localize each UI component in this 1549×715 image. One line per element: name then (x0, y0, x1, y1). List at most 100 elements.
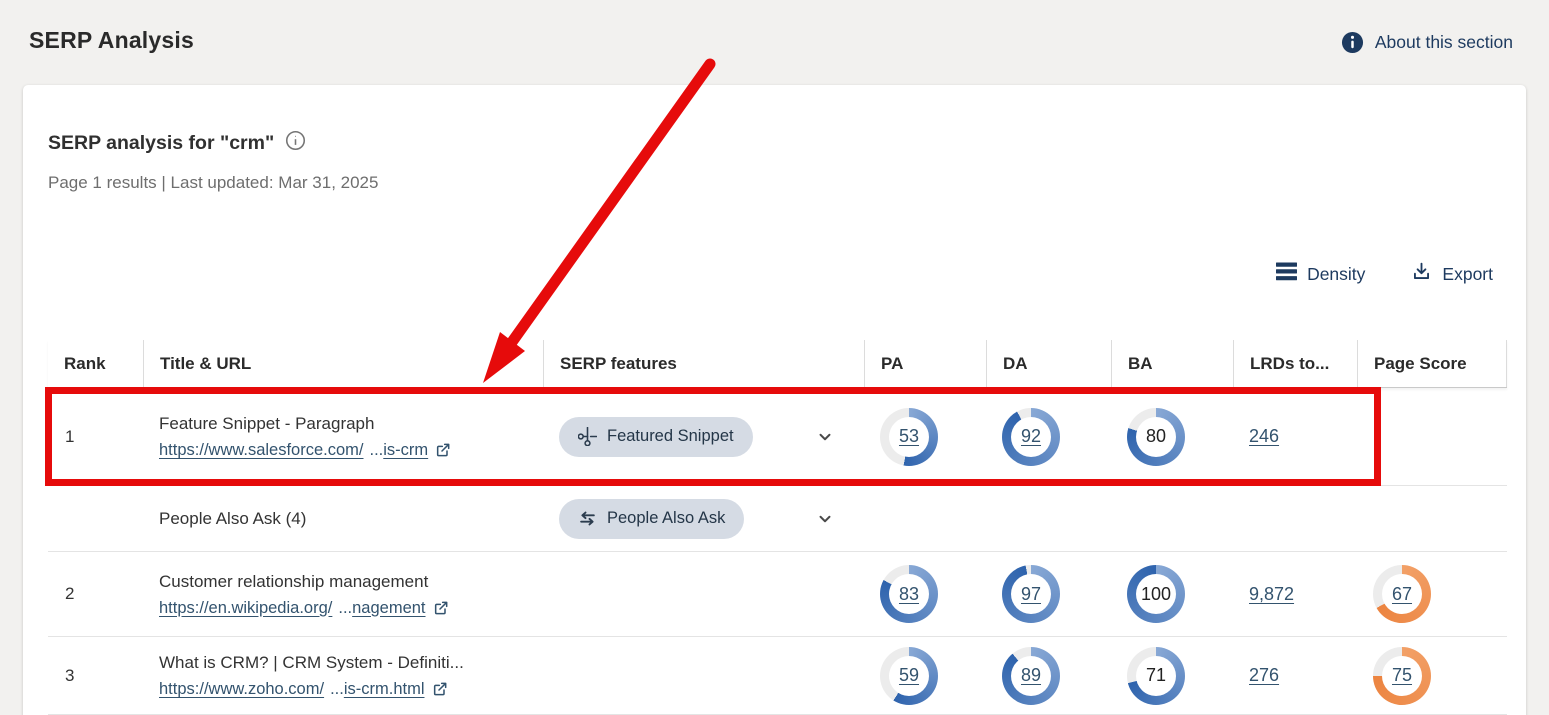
card-subtitle: Page 1 results | Last updated: Mar 31, 2… (48, 173, 378, 193)
pa-value[interactable]: 59 (899, 665, 919, 686)
lrds-link[interactable]: 276 (1249, 665, 1279, 686)
density-label: Density (1307, 264, 1365, 285)
serp-analysis-screen: SERP Analysis About this section SERP an… (0, 0, 1549, 715)
serp-feature-label: Featured Snippet (607, 427, 734, 446)
column-header-rank: Rank (48, 340, 143, 387)
pa-value[interactable]: 53 (899, 426, 919, 447)
result-title: People Also Ask (4) (159, 507, 306, 531)
url-link-main[interactable]: https://en.wikipedia.org/ (159, 597, 332, 619)
pa-cell: 59 (864, 637, 986, 714)
result-title: Feature Snippet - Paragraph (159, 412, 374, 436)
page-score-cell: 67 (1357, 552, 1507, 636)
lrds-cell: 246 (1233, 388, 1357, 485)
download-icon (1411, 261, 1432, 287)
column-header-page-score: Page Score (1357, 340, 1507, 387)
table-row: 3What is CRM? | CRM System - Definiti...… (48, 637, 1507, 715)
serp-features-cell (543, 637, 864, 714)
da-cell: 92 (986, 388, 1111, 485)
ba-value: 71 (1146, 665, 1166, 686)
url-ellipsis: ... (338, 597, 352, 619)
rank-cell: 1 (48, 388, 143, 485)
serp-feature-chip: People Also Ask (559, 499, 744, 539)
url-link-main[interactable]: https://www.zoho.com/ (159, 678, 324, 700)
ba-cell: 100 (1111, 552, 1233, 636)
export-label: Export (1442, 264, 1493, 285)
serp-features-cell (543, 552, 864, 636)
url-link-tail[interactable]: is-crm.html (344, 678, 425, 700)
pa-cell: 53 (864, 388, 986, 485)
external-link-icon[interactable] (433, 600, 449, 616)
result-url: https://en.wikipedia.org/...nagement (159, 597, 449, 619)
page-score-donut: 75 (1373, 647, 1431, 705)
table-header-row: RankTitle & URLSERP featuresPADABALRDs t… (48, 340, 1507, 388)
serp-features-cell: People Also Ask (543, 486, 864, 551)
da-cell: 97 (986, 552, 1111, 636)
lrds-link[interactable]: 9,872 (1249, 584, 1294, 605)
result-title: What is CRM? | CRM System - Definiti... (159, 651, 464, 675)
url-link-tail[interactable]: nagement (352, 597, 425, 619)
column-header-title-url: Title & URL (143, 340, 543, 387)
da-value[interactable]: 92 (1021, 426, 1041, 447)
table-row: 1 Feature Snippet - Paragraph https://www.… (48, 388, 1507, 486)
url-link-main[interactable]: https://www.salesforce.com/ (159, 439, 364, 461)
rank-cell (48, 486, 143, 551)
info-icon[interactable] (285, 130, 306, 156)
da-donut: 89 (1002, 647, 1060, 705)
pa-cell (864, 486, 986, 551)
rank-cell: 3 (48, 637, 143, 714)
ba-donut: 71 (1127, 647, 1185, 705)
ba-donut: 100 (1127, 565, 1185, 623)
external-link-icon[interactable] (435, 442, 451, 458)
page-score-value[interactable]: 67 (1392, 584, 1412, 605)
ba-value: 80 (1146, 426, 1166, 447)
lrds-link[interactable]: 246 (1249, 426, 1279, 447)
pa-value[interactable]: 83 (899, 584, 919, 605)
url-ellipsis: ... (330, 678, 344, 700)
ba-cell: 71 (1111, 637, 1233, 714)
page-score-cell: 75 (1357, 637, 1507, 714)
export-button[interactable]: Export (1411, 261, 1493, 287)
page-score-cell (1357, 388, 1507, 485)
column-header-lrds: LRDs to... (1233, 340, 1357, 387)
ba-cell: 80 (1111, 388, 1233, 485)
about-this-section-link[interactable]: About this section (1341, 31, 1513, 54)
da-value[interactable]: 97 (1021, 584, 1041, 605)
serp-feature-chip: Featured Snippet (559, 417, 753, 457)
column-header-pa: PA (864, 340, 986, 387)
table-row: 2 Customer relationship management https:/… (48, 552, 1507, 637)
serp-results-table: RankTitle & URLSERP featuresPADABALRDs t… (48, 340, 1507, 715)
density-button[interactable]: Density (1276, 262, 1365, 286)
page-score-value[interactable]: 75 (1392, 665, 1412, 686)
da-cell: 89 (986, 637, 1111, 714)
serp-feature-label: People Also Ask (607, 509, 725, 528)
page-score-donut: 67 (1373, 565, 1431, 623)
chevron-down-icon[interactable] (814, 426, 836, 448)
chevron-down-icon[interactable] (814, 508, 836, 530)
pa-donut: 83 (880, 565, 938, 623)
column-header-serp-features: SERP features (543, 340, 864, 387)
page-score-cell (1357, 486, 1507, 551)
column-header-ba: BA (1111, 340, 1233, 387)
card-title: SERP analysis for "crm" (48, 132, 274, 155)
rank-cell: 2 (48, 552, 143, 636)
external-link-icon[interactable] (432, 681, 448, 697)
page-title: SERP Analysis (29, 27, 194, 54)
result-url: https://www.zoho.com/...is-crm.html (159, 678, 448, 700)
scissors-icon (578, 427, 597, 446)
ba-cell (1111, 486, 1233, 551)
table-body: 1 Feature Snippet - Paragraph https://www.… (48, 388, 1507, 715)
da-value[interactable]: 89 (1021, 665, 1041, 686)
ba-value: 100 (1141, 584, 1171, 605)
result-url: https://www.salesforce.com/...is-crm (159, 439, 451, 461)
title-url-cell: What is CRM? | CRM System - Definiti... h… (143, 637, 543, 714)
pa-donut: 59 (880, 647, 938, 705)
about-this-section-label: About this section (1375, 32, 1513, 53)
url-link-tail[interactable]: is-crm (383, 439, 428, 461)
lrds-cell (1233, 486, 1357, 551)
title-url-cell: Customer relationship management https://… (143, 552, 543, 636)
url-ellipsis: ... (370, 439, 384, 461)
result-title: Customer relationship management (159, 570, 428, 594)
da-cell (986, 486, 1111, 551)
title-url-cell: People Also Ask (4) (143, 486, 543, 551)
density-icon (1276, 262, 1297, 286)
